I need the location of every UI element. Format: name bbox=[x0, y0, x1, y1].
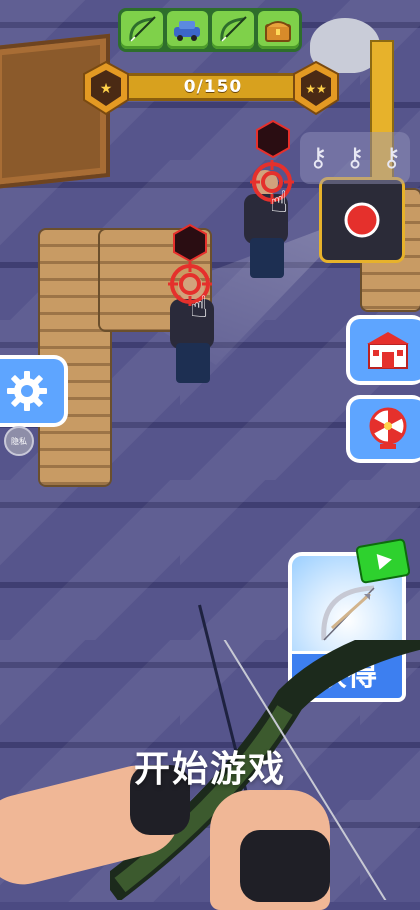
shop-button[interactable] bbox=[346, 315, 420, 385]
two-star-badge-icon: ★★ bbox=[293, 60, 339, 116]
treasure-chest-icon bbox=[265, 21, 292, 42]
key-icon: ⚷ bbox=[308, 143, 328, 173]
car-icon bbox=[174, 21, 201, 41]
tap-hand-icon: ☝ bbox=[190, 290, 209, 325]
svg-text:★★: ★★ bbox=[305, 82, 327, 96]
level-progress: 0/150 ★ ★★ bbox=[80, 60, 342, 116]
enemy-legs bbox=[250, 238, 284, 278]
enemy-marker-hex bbox=[173, 224, 207, 262]
reward-slot bbox=[257, 11, 299, 49]
keys-counter: ⚷ ⚷ ⚷ bbox=[300, 132, 410, 184]
gear-icon bbox=[7, 371, 47, 411]
video-ad-icon bbox=[356, 538, 410, 584]
settings-button[interactable] bbox=[0, 355, 68, 427]
tap-hand-icon: ☝ bbox=[270, 185, 289, 220]
key-icon: ⚷ bbox=[345, 143, 365, 173]
key-icon: ⚷ bbox=[382, 143, 402, 173]
enemy-marker-hex bbox=[256, 120, 290, 158]
reward-slot bbox=[166, 11, 208, 49]
prize-wheel-icon bbox=[369, 407, 407, 449]
reward-slot bbox=[121, 11, 163, 49]
prize-wheel-button[interactable] bbox=[346, 395, 420, 463]
reward-track bbox=[118, 8, 302, 52]
start-game-button[interactable]: 开始游戏 bbox=[0, 740, 420, 792]
enemy-legs bbox=[176, 343, 210, 383]
one-star-badge-icon: ★ bbox=[83, 60, 129, 116]
progress-text: 0/150 bbox=[183, 77, 243, 97]
privacy-label: 隐私 bbox=[11, 436, 27, 446]
svg-text:★: ★ bbox=[100, 81, 113, 97]
bow-icon bbox=[129, 16, 156, 42]
reward-slot bbox=[212, 11, 254, 49]
progress-bar: 0/150 bbox=[110, 73, 316, 101]
machine-base bbox=[322, 180, 402, 260]
privacy-button[interactable]: 隐私 bbox=[4, 426, 34, 456]
bow-icon bbox=[220, 16, 247, 42]
shop-icon bbox=[367, 332, 409, 369]
player-right-glove bbox=[240, 830, 330, 902]
